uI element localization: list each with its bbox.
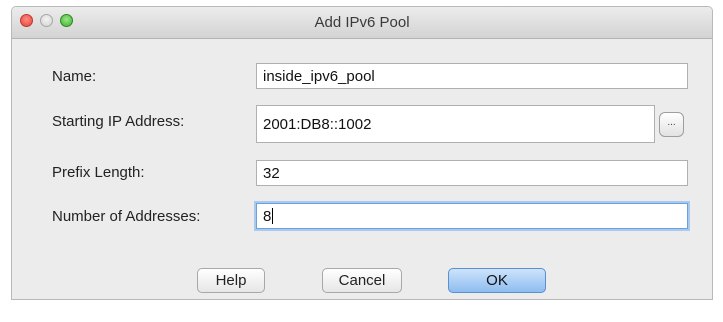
number-of-addresses-value: 8 <box>263 208 272 225</box>
dialog-window: Add IPv6 Pool Name: inside_ipv6_pool Sta… <box>11 6 713 300</box>
cancel-button[interactable]: Cancel <box>322 268 402 293</box>
number-of-addresses-field[interactable]: 8 <box>256 203 688 229</box>
prefix-length-field[interactable]: 32 <box>256 160 688 186</box>
text-caret <box>272 208 274 224</box>
window-title: Add IPv6 Pool <box>314 14 410 31</box>
name-label: Name: <box>52 68 97 85</box>
number-of-addresses-label: Number of Addresses: <box>52 208 201 225</box>
browse-addresses-button[interactable]: ... <box>659 112 684 137</box>
starting-ip-label: Starting IP Address: <box>52 113 185 130</box>
title-bar[interactable]: Add IPv6 Pool <box>12 7 712 39</box>
prefix-length-label: Prefix Length: <box>52 164 145 181</box>
ok-button[interactable]: OK <box>448 268 546 293</box>
help-button[interactable]: Help <box>197 268 265 293</box>
name-field[interactable]: inside_ipv6_pool <box>256 63 688 89</box>
starting-ip-field[interactable]: 2001:DB8::1002 <box>256 105 655 143</box>
